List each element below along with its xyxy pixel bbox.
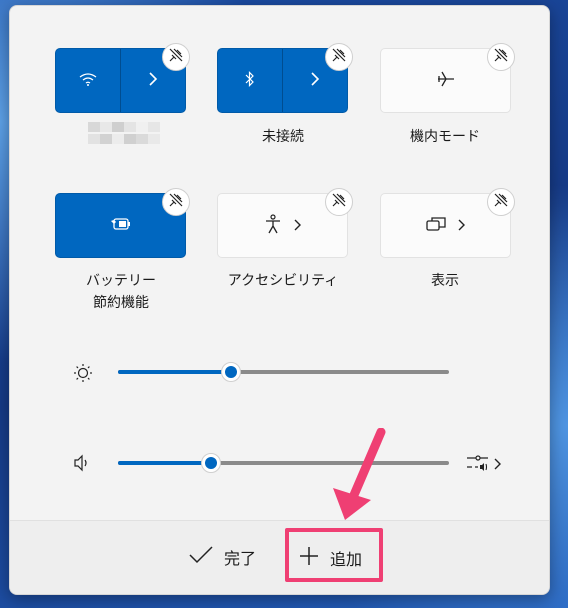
chevron-right-icon	[294, 216, 302, 235]
quick-settings-footer: 完了 追加	[10, 520, 549, 594]
cast-display-icon	[425, 216, 446, 236]
volume-slider-row	[10, 447, 549, 477]
quick-settings-panel: 未接続 機内モード バッテリー 節約機能 アクセシビリティ 表示 完了 追加	[9, 5, 550, 595]
unpin-button-wifi[interactable]	[162, 43, 190, 71]
wifi-network-name-redacted-2	[88, 134, 160, 144]
battery-saver-label-line2: 節約機能	[93, 295, 149, 311]
unpin-button-airplane[interactable]	[487, 43, 515, 71]
wifi-network-name-redacted	[88, 122, 160, 132]
unpin-icon	[168, 192, 184, 212]
bluetooth-icon	[245, 70, 255, 91]
brightness-slider-row	[10, 357, 549, 387]
unpin-button-bluetooth[interactable]	[325, 43, 353, 71]
accessibility-label: アクセシビリティ	[227, 273, 339, 289]
unpin-button-display[interactable]	[487, 188, 515, 216]
unpin-icon	[493, 47, 509, 67]
done-button[interactable]: 完了	[188, 545, 256, 569]
chevron-right-icon	[458, 216, 466, 235]
brightness-slider-thumb[interactable]	[220, 362, 241, 382]
unpin-icon	[493, 192, 509, 212]
volume-slider-fill	[118, 461, 211, 465]
volume-slider-thumb[interactable]	[200, 453, 221, 473]
bluetooth-toggle[interactable]	[218, 49, 282, 112]
chevron-right-icon	[310, 71, 320, 90]
wifi-toggle[interactable]	[56, 49, 120, 112]
volume-mixer-icon[interactable]	[466, 453, 502, 477]
chevron-right-icon	[148, 71, 158, 90]
done-label: 完了	[224, 549, 257, 568]
wifi-icon	[79, 71, 97, 90]
airplane-mode-label: 機内モード	[410, 129, 480, 145]
airplane-icon	[436, 70, 456, 92]
battery-saver-label: バッテリー 節約機能	[46, 270, 196, 314]
accessibility-icon	[264, 213, 282, 238]
unpin-icon	[331, 47, 347, 67]
annotation-highlight-box	[285, 528, 383, 582]
bluetooth-label: 未接続	[262, 129, 304, 145]
battery-saver-icon	[110, 216, 132, 235]
battery-saver-label-line1: バッテリー	[86, 273, 156, 289]
display-label: 表示	[431, 273, 459, 289]
checkmark-icon	[188, 545, 214, 569]
unpin-icon	[331, 192, 347, 212]
unpin-icon	[168, 47, 184, 67]
brightness-slider-fill	[118, 370, 231, 374]
speaker-icon[interactable]	[73, 454, 91, 476]
brightness-icon	[73, 363, 93, 387]
unpin-button-battery-saver[interactable]	[162, 188, 190, 216]
unpin-button-accessibility[interactable]	[325, 188, 353, 216]
annotation-arrow-icon	[333, 428, 386, 520]
